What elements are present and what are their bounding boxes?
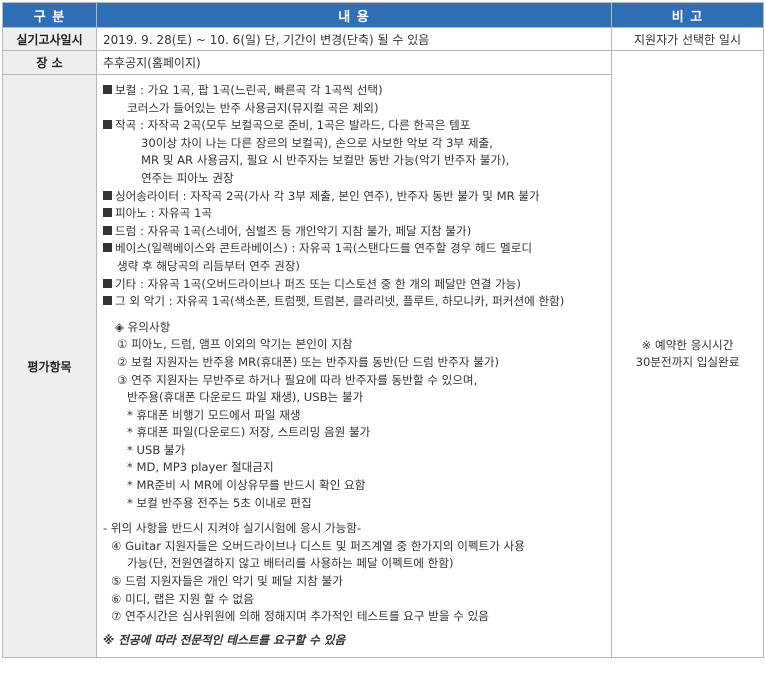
header-category: 구 분: [2, 2, 97, 28]
place-content: 추후공지(홈페이지): [96, 50, 612, 75]
exam-date-label: 실기고사일시: [2, 27, 97, 51]
caution-subitem: * MR준비 시 MR에 이상유무를 반드시 확인 요함: [127, 478, 366, 493]
header-remarks: 비 고: [611, 2, 764, 28]
square-bullet-icon: [103, 208, 112, 218]
caution-item-1: ① 피아노, 드럼, 앰프 이외의 악기는 본인이 지참: [117, 337, 353, 352]
exam-info-table: 구 분 내 용 비 고 실기고사일시 2019. 9. 28(토) ~ 10. …: [2, 2, 764, 659]
evaluation-content: 보컬 : 가요 1곡, 팝 1곡(느린곡, 빠른곡 각 1곡씩 선택) 코러스가…: [96, 73, 612, 659]
square-bullet-icon: [103, 296, 112, 306]
composition-item-detail: 30이상 차이 나는 다른 장르의 보컬곡), 손으로 사보한 악보 각 3부 …: [141, 135, 493, 150]
exam-date-row: 실기고사일시 2019. 9. 28(토) ~ 10. 6(일) 단, 기간이 …: [2, 27, 764, 51]
caution-subitem: * 휴대폰 파일(다운로드) 저장, 스트리밍 음원 불가: [127, 425, 371, 440]
caution-subitem: * MD, MP3 player 절대금지: [127, 460, 274, 475]
square-bullet-icon: [103, 225, 112, 235]
evaluation-label: 평가항목: [2, 73, 97, 659]
place-row: 장 소 추후공지(홈페이지) ※ 예약한 응시시간 30분전까지 입실완료: [2, 49, 764, 659]
major-test-notice: ※ 전공에 따라 전문적인 테스트를 요구할 수 있음: [103, 632, 346, 647]
caution-subitem: * 휴대폰 비행기 모드에서 파일 재생: [127, 407, 301, 422]
header-content: 내 용: [96, 2, 612, 28]
vocal-item: 보컬 : 가요 1곡, 팝 1곡(느린곡, 빠른곡 각 1곡씩 선택): [103, 82, 607, 100]
composition-item-detail: 연주는 피아노 권장: [141, 170, 234, 185]
caution-item-7: ⑦ 연주시간은 심사위원에 의해 정해지며 추가적인 테스트를 요구 받을 수 …: [111, 609, 489, 624]
square-bullet-icon: [103, 190, 112, 200]
caution-title: ◈ 유의사항: [115, 319, 171, 334]
caution-item-3: ③ 연주 지원자는 무반주로 하거나 필요에 따라 반주자를 동반할 수 있으며…: [117, 372, 478, 387]
exam-date-content: 2019. 9. 28(토) ~ 10. 6(일) 단, 기간이 변경(단축) …: [96, 27, 612, 51]
composition-item-detail: MR 및 AR 사용금지, 필요 시 반주자는 보컬만 동반 가능(악기 반주자…: [141, 153, 510, 168]
caution-subitem: * 보컬 반주용 전주는 5초 이내로 편집: [127, 495, 312, 510]
singer-songwriter-item: 싱어송라이터 : 자작곡 2곡(가사 각 3부 제출, 본인 연주), 반주자 …: [103, 188, 607, 206]
guitar-item: 기타 : 자유곡 1곡(오버드라이브나 퍼즈 또는 디스토션 중 한 개의 페달…: [103, 276, 607, 294]
caution-subitem: * USB 불가: [127, 442, 186, 457]
caution-item-4-detail: 가능(단, 전원연결하지 않고 배터리를 사용하는 페달 이펙트에 한함): [127, 556, 454, 571]
other-instruments-item: 그 외 악기 : 자유곡 1곡(색소폰, 트럼펫, 트럼본, 클라리넷, 플루트…: [103, 293, 607, 311]
square-bullet-icon: [103, 243, 112, 253]
piano-item: 피아노 : 자유곡 1곡: [103, 205, 607, 223]
caution-item-4: ④ Guitar 지원자들은 오버드라이브나 디스트 및 퍼즈계열 중 한가지의…: [111, 538, 525, 553]
bass-item: 베이스(일렉베이스와 콘트라베이스) : 자유곡 1곡(스탠다드를 연주할 경우…: [103, 240, 607, 258]
evaluation-note-line-2: 30분전까지 입실완료: [635, 355, 740, 370]
vocal-item-detail: 코러스가 들어있는 반주 사용금지(뮤지컬 곡은 제외): [127, 100, 379, 115]
diamond-icon: ◈: [115, 319, 124, 334]
bass-item-detail: 생략 후 해당곡의 리듬부터 연주 권장): [117, 258, 300, 273]
composition-item: 작곡 : 자작곡 2곡(모두 보컬곡으로 준비, 1곡은 발라드, 다른 한곡은…: [103, 117, 607, 135]
evaluation-note-line-1: ※ 예약한 응시시간: [641, 337, 734, 352]
square-bullet-icon: [103, 120, 112, 130]
evaluation-note: ※ 예약한 응시시간 30분전까지 입실완료: [611, 49, 764, 659]
table-header-row: 구 분 내 용 비 고: [2, 2, 764, 28]
square-bullet-icon: [103, 85, 112, 94]
mandatory-notice: - 위의 사항을 반드시 지켜야 실기시험에 응시 가능함-: [103, 521, 362, 536]
caution-item-6: ⑥ 미디, 랩은 지원 할 수 없음: [111, 591, 254, 606]
square-bullet-icon: [103, 278, 112, 288]
caution-item-5: ⑤ 드럼 지원자들은 개인 악기 및 페달 지참 불가: [111, 574, 343, 589]
exam-date-note: 지원자가 선택한 일시: [611, 27, 764, 51]
drum-item: 드럼 : 자유곡 1곡(스네어, 심벌즈 등 개인악기 지참 불가, 페달 지참…: [103, 223, 607, 241]
place-label: 장 소: [2, 50, 97, 75]
caution-item-2: ② 보컬 지원자는 반주용 MR(휴대폰) 또는 반주자를 동반(단 드럼 반주…: [117, 354, 500, 369]
caution-item-3-detail: 반주용(휴대폰 다운로드 파일 재생), USB는 불가: [127, 390, 364, 405]
